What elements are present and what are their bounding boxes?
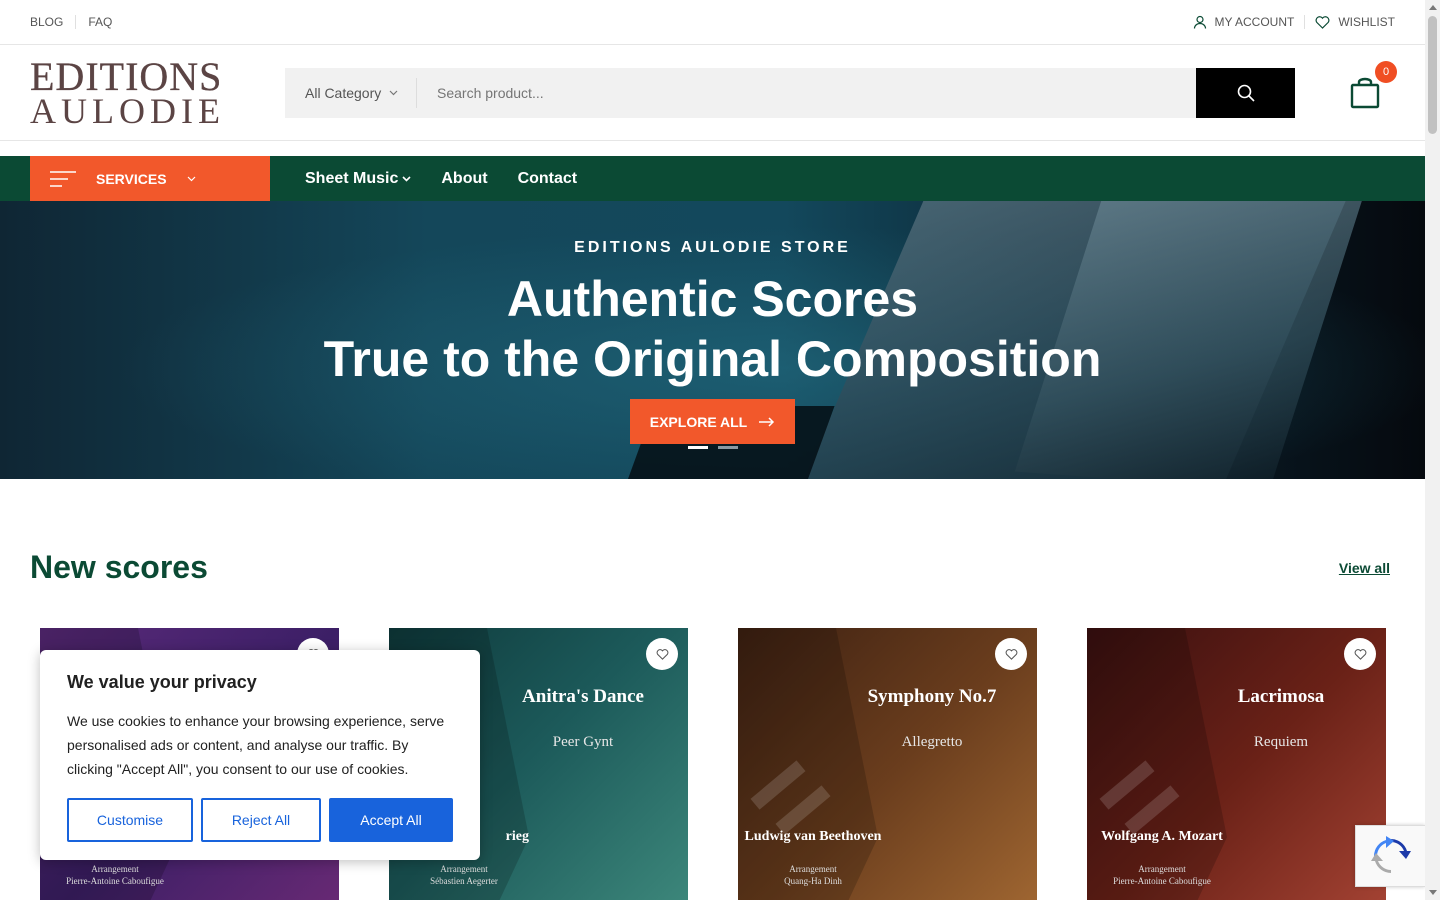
faq-link[interactable]: FAQ [76, 15, 124, 29]
arrangement-label: Arrangement [1138, 864, 1186, 874]
arrangement-label: Arrangement [91, 864, 139, 874]
slider-dot-2[interactable] [718, 446, 738, 449]
product-card[interactable]: Lacrimosa Requiem Wolfgang A. Mozart Arr… [1087, 628, 1386, 900]
wishlist-toggle[interactable] [1344, 638, 1376, 670]
page-scrollbar[interactable] [1425, 0, 1440, 900]
cart-count-badge: 0 [1375, 60, 1397, 83]
top-bar: BLOG FAQ MY ACCOUNT WISHLIST [0, 0, 1425, 45]
nav-contact[interactable]: Contact [518, 170, 578, 188]
heart-icon [1315, 15, 1330, 29]
wishlist-toggle[interactable] [646, 638, 678, 670]
cart-button[interactable]: 0 [1347, 60, 1397, 113]
scroll-thumb[interactable] [1428, 16, 1437, 134]
scroll-down-arrow[interactable] [1429, 890, 1437, 895]
my-account-link[interactable]: MY ACCOUNT [1183, 15, 1306, 29]
arrangement-label: Arrangement [789, 864, 837, 874]
category-select[interactable]: All Category [285, 77, 417, 108]
customise-button[interactable]: Customise [67, 798, 193, 842]
product-arranger: Sébastien Aegerter [430, 876, 498, 886]
logo-line-2: AULODIE [30, 90, 225, 131]
explore-all-button[interactable]: EXPLORE ALL [629, 399, 796, 444]
chevron-down-icon [389, 90, 398, 95]
card-band [1087, 628, 1227, 900]
chevron-down-icon [187, 176, 195, 181]
accept-all-button[interactable]: Accept All [329, 798, 453, 842]
nav-sheet-music[interactable]: Sheet Music [305, 170, 411, 188]
user-icon [1193, 15, 1206, 29]
product-arranger: Quang-Ha Dinh [784, 876, 842, 886]
product-arranger: Pierre-Antoine Caboufigue [66, 876, 164, 886]
main-nav: SERVICES Sheet Music About Contact [0, 156, 1425, 201]
product-title: Lacrimosa [1237, 686, 1325, 707]
category-label: All Category [305, 84, 382, 101]
view-all-link[interactable]: View all [1339, 560, 1390, 576]
hero-banner: EDITIONS AULODIE STORE Authentic Scores … [0, 201, 1425, 479]
scroll-up-arrow[interactable] [1429, 5, 1437, 10]
arrow-right-icon [759, 416, 775, 427]
recaptcha-icon [1370, 836, 1411, 873]
arrangement-label: Arrangement [440, 864, 488, 874]
product-subtitle: Allegretto [901, 734, 963, 750]
menu-icon [50, 170, 76, 187]
new-scores-header: New scores View all [0, 549, 1425, 586]
search-bar: All Category [285, 67, 1295, 118]
cookie-title: We value your privacy [67, 672, 257, 692]
shopping-bag-icon [1350, 77, 1380, 108]
search-input[interactable] [417, 67, 1196, 118]
chevron-down-icon [402, 175, 411, 182]
hero-heading-line-1: Authentic Scores [506, 271, 919, 327]
reject-all-button[interactable]: Reject All [201, 798, 321, 842]
product-title: Symphony No.7 [867, 686, 997, 707]
site-logo[interactable]: EDITIONS AULODIE [30, 56, 235, 129]
page: BLOG FAQ MY ACCOUNT WISHLIST EDITIONS AU… [0, 0, 1425, 900]
nav-sheet-music-label: Sheet Music [305, 169, 399, 187]
slider-dots [688, 446, 738, 449]
services-menu-button[interactable]: SERVICES [30, 156, 270, 201]
explore-all-label: EXPLORE ALL [649, 413, 748, 430]
product-composer: Ludwig van Beethoven [744, 829, 882, 844]
heart-icon [1354, 648, 1366, 660]
heart-icon [656, 648, 668, 660]
slider-dot-1[interactable] [688, 446, 708, 449]
cookie-consent-dialog: We value your privacy We use cookies to … [40, 650, 480, 860]
hero-kicker: EDITIONS AULODIE STORE [574, 239, 851, 256]
services-label: SERVICES [96, 170, 167, 187]
search-icon [1237, 84, 1255, 102]
product-title: Anitra's Dance [522, 686, 644, 707]
my-account-label: MY ACCOUNT [1214, 15, 1295, 29]
header: EDITIONS AULODIE All Category 0 [0, 45, 1425, 141]
product-card[interactable]: Symphony No.7 Allegretto Ludwig van Beet… [738, 628, 1037, 900]
recaptcha-badge[interactable] [1355, 825, 1425, 887]
blog-link[interactable]: BLOG [30, 15, 77, 29]
product-composer: Wolfgang A. Mozart [1101, 829, 1223, 844]
cookie-body: We use cookies to enhance your browsing … [67, 713, 445, 777]
hero-heading-line-2: True to the Original Composition [323, 331, 1102, 387]
nav-about[interactable]: About [441, 170, 487, 188]
wishlist-label: WISHLIST [1338, 15, 1395, 29]
search-button[interactable] [1196, 67, 1295, 118]
product-subtitle: Requiem [1253, 734, 1309, 750]
product-subtitle: Peer Gynt [552, 734, 614, 750]
heart-icon [1005, 648, 1017, 660]
card-band [738, 628, 878, 900]
product-arranger: Pierre-Antoine Caboufigue [1113, 876, 1211, 886]
wishlist-toggle[interactable] [995, 638, 1027, 670]
wishlist-link[interactable]: WISHLIST [1305, 15, 1395, 29]
section-title: New scores [30, 549, 208, 585]
